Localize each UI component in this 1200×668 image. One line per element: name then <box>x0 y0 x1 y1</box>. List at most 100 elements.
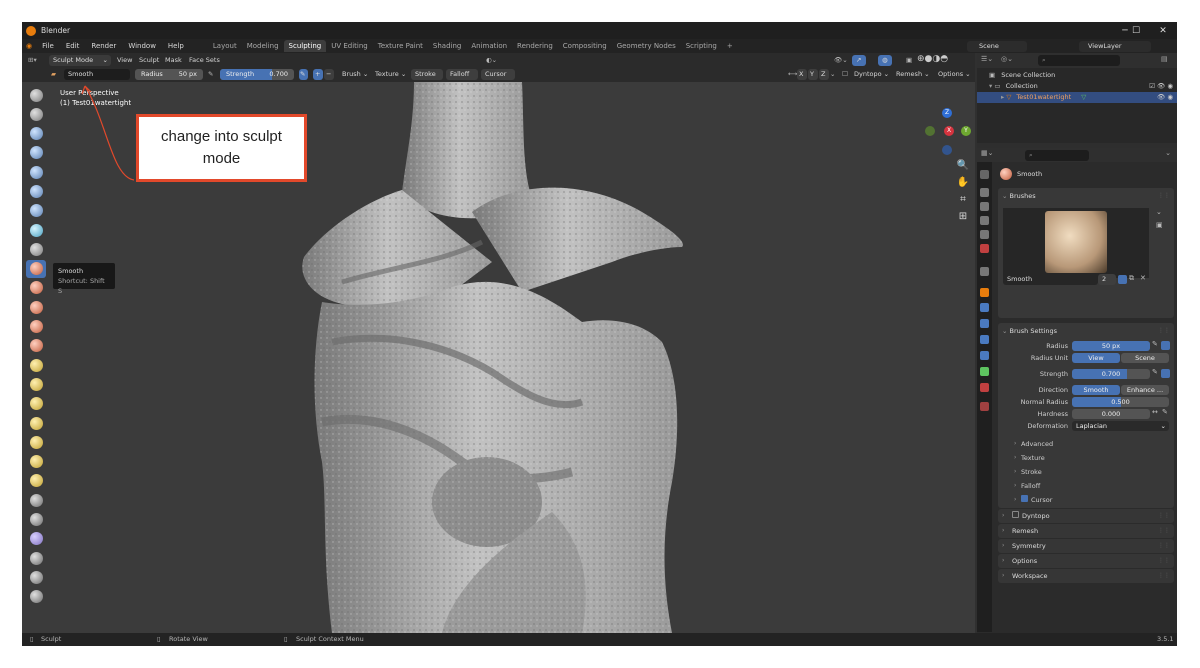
view-layer-selector[interactable]: ViewLayer <box>1079 41 1151 52</box>
outliner-row-object[interactable]: ▸ ▽ Test01watertight ▽ 👁 ◉ <box>977 92 1177 103</box>
panel-drag-handle-icon[interactable]: ⋮⋮ <box>1158 327 1170 334</box>
tab-shading[interactable]: Shading <box>428 40 466 52</box>
panel-workspace[interactable]: › Workspace ⋮⋮ <box>998 569 1174 583</box>
tab-uv-editing[interactable]: UV Editing <box>326 40 373 52</box>
tab-rendering[interactable]: Rendering <box>512 40 558 52</box>
brushes-panel-header[interactable]: ⌄ Brushes <box>1002 189 1036 203</box>
expand-chevron-icon[interactable]: ▸ <box>1001 93 1004 101</box>
options-menu[interactable]: Options ⌄ <box>938 69 971 80</box>
tool-multiplane-scrape[interactable] <box>26 337 46 355</box>
remesh-menu[interactable]: Remesh ⌄ <box>896 69 930 80</box>
symmetry-z-button[interactable]: Z <box>819 69 829 80</box>
tool-thumb[interactable] <box>26 433 46 451</box>
dyntopo-checkbox[interactable]: ☐ <box>842 69 848 80</box>
gizmo-neg-y-icon[interactable] <box>925 126 935 136</box>
world-tab-icon[interactable] <box>980 244 989 253</box>
tab-animation[interactable]: Animation <box>466 40 512 52</box>
hardness-field[interactable]: 0.000 <box>1072 409 1150 419</box>
tab-modeling[interactable]: Modeling <box>242 40 284 52</box>
panel-dyntopo[interactable]: › Dyntopo ⋮⋮ <box>998 509 1174 523</box>
tool-elastic-deform[interactable] <box>26 395 46 413</box>
symmetry-y-button[interactable]: Y <box>808 69 818 80</box>
properties-options-icon[interactable]: ⌄ <box>1165 149 1171 157</box>
direction-enhance-option[interactable]: Enhance ... <box>1121 385 1169 395</box>
properties-editor-icon[interactable]: ▦⌄ <box>981 149 993 157</box>
fake-user-icon[interactable] <box>1118 275 1127 284</box>
outliner-editor-icon[interactable]: ☰⌄ <box>981 55 993 63</box>
view-layer-tab-icon[interactable] <box>980 216 989 225</box>
menu-mask[interactable]: Mask <box>165 55 182 66</box>
add-workspace-button[interactable]: + <box>722 40 738 52</box>
data-tab-icon[interactable] <box>980 367 989 376</box>
radius-pressure-icon[interactable]: ✎ <box>1152 340 1158 348</box>
cursor-menu[interactable]: Cursor ⌄ <box>481 69 515 89</box>
tab-sculpting[interactable]: Sculpting <box>283 40 327 52</box>
subpanel-falloff[interactable]: › Falloff <box>1014 481 1040 491</box>
strength-pressure-icon[interactable]: ✎ <box>1152 368 1158 376</box>
cursor-checkbox-icon[interactable] <box>1021 495 1028 502</box>
texture-menu[interactable]: Texture ⌄ <box>375 69 406 80</box>
tool-fill[interactable] <box>26 298 46 316</box>
grid-perspective-icon[interactable]: ⊞ <box>956 209 970 223</box>
strength-pressure-icon[interactable]: ✎ <box>299 69 308 80</box>
mode-dropdown[interactable]: Sculpt Mode ⌄ <box>49 55 111 66</box>
tool-nudge[interactable] <box>26 472 46 490</box>
subpanel-cursor[interactable]: › Cursor <box>1014 495 1052 505</box>
zoom-icon[interactable]: 🔍 <box>956 158 970 172</box>
tool-clay-strips[interactable] <box>26 144 46 162</box>
menu-file[interactable]: File <box>36 42 60 50</box>
brush-menu[interactable]: Brush ⌄ <box>342 69 368 80</box>
render-tab-icon[interactable] <box>980 188 989 197</box>
gizmo-z-icon[interactable]: Z <box>942 108 952 118</box>
strength-field[interactable]: 0.700 <box>1072 369 1150 379</box>
visibility-icon[interactable]: 👁⌄ <box>834 55 848 66</box>
blender-menu-icon[interactable]: ◉ <box>22 42 36 50</box>
expand-chevron-icon[interactable]: ▾ <box>989 82 992 90</box>
tool-rotate[interactable] <box>26 491 46 509</box>
object-visibility-icons[interactable]: 👁 ◉ <box>1157 92 1173 103</box>
brush-name-field[interactable]: Smooth <box>64 69 130 80</box>
subpanel-stroke[interactable]: › Stroke <box>1014 467 1042 477</box>
falloff-menu[interactable]: Falloff ⌄ <box>446 69 478 89</box>
tool-cloth[interactable] <box>26 549 46 567</box>
tool-pinch[interactable] <box>26 356 46 374</box>
direction-subtract-button[interactable]: − <box>324 69 334 80</box>
menu-edit[interactable]: Edit <box>60 42 86 50</box>
panel-symmetry[interactable]: › Symmetry ⋮⋮ <box>998 539 1174 553</box>
strength-slider[interactable]: Strength 0.700 <box>220 69 294 80</box>
tab-layout[interactable]: Layout <box>208 40 242 52</box>
menu-help[interactable]: Help <box>162 42 190 50</box>
radius-pressure-icon[interactable]: ✎ <box>208 69 213 80</box>
tool-blob[interactable] <box>26 221 46 239</box>
unlink-brush-icon[interactable]: ✕ <box>1140 274 1146 282</box>
tool-clay-thumb[interactable] <box>26 163 46 181</box>
stroke-menu[interactable]: Stroke ⌄ <box>411 69 443 89</box>
new-collection-icon[interactable]: ▤ <box>1161 55 1168 63</box>
radius-unit-view-option[interactable]: View <box>1072 353 1120 363</box>
scene-tab-icon[interactable] <box>980 230 989 239</box>
pan-hand-icon[interactable]: ✋ <box>956 175 970 189</box>
outliner-search-input[interactable]: ⌕ <box>1038 55 1120 66</box>
tool-boundary[interactable] <box>26 530 46 548</box>
deformation-dropdown[interactable]: Laplacian ⌄ <box>1072 421 1169 431</box>
tool-tab-icon[interactable] <box>980 170 989 179</box>
modifier-tab-icon[interactable] <box>980 303 989 312</box>
brush-name-input[interactable]: Smooth <box>1003 274 1098 285</box>
close-button[interactable]: ✕ <box>1152 22 1174 39</box>
tool-slide-relax[interactable] <box>26 511 46 529</box>
tool-smooth[interactable] <box>26 259 46 278</box>
editor-type-icon[interactable]: ⊞▾ <box>28 55 37 66</box>
radius-unit-scene-option[interactable]: Scene <box>1121 353 1169 363</box>
tool-crease[interactable] <box>26 240 46 258</box>
subpanel-advanced[interactable]: › Advanced <box>1014 439 1053 449</box>
panel-drag-handle-icon[interactable]: ⋮⋮ <box>1158 192 1170 199</box>
collection-tab-icon[interactable] <box>980 267 989 276</box>
overlay-toggle-icon[interactable]: ◍ <box>878 55 892 66</box>
radius-unit-lock-icon[interactable] <box>1161 341 1170 350</box>
panel-remesh[interactable]: › Remesh ⋮⋮ <box>998 524 1174 538</box>
normal-radius-field[interactable]: 0.500 <box>1072 397 1169 407</box>
tool-grab[interactable] <box>26 375 46 393</box>
tab-geometry-nodes[interactable]: Geometry Nodes <box>612 40 681 52</box>
tool-simplify[interactable] <box>26 568 46 586</box>
menu-render[interactable]: Render <box>85 42 122 50</box>
